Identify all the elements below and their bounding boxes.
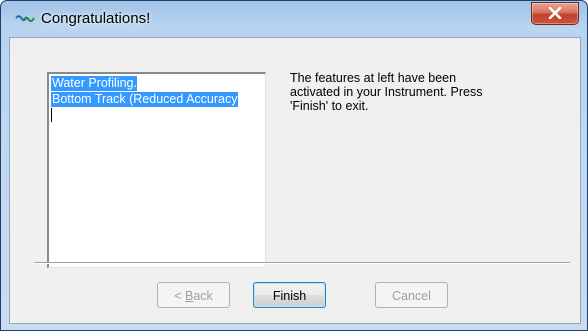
finish-button[interactable]: Finish — [253, 282, 326, 308]
close-button[interactable] — [531, 2, 579, 25]
info-line: activated in your Instrument. Press — [290, 85, 483, 99]
dialog-body: Water Profiling. Bottom Track (Reduced A… — [9, 37, 581, 324]
text-cursor — [51, 108, 52, 122]
info-line: 'Finish' to exit. — [290, 99, 369, 113]
back-rest: ack — [193, 289, 213, 303]
cancel-button[interactable]: Cancel — [375, 282, 448, 308]
info-text: The features at left have been activated… — [290, 71, 520, 113]
close-icon — [548, 7, 562, 19]
info-line: The features at left have been — [290, 71, 457, 85]
title-bar[interactable]: Congratulations! — [1, 1, 587, 37]
app-logo-icon — [15, 12, 35, 26]
features-listbox[interactable]: Water Profiling. Bottom Track (Reduced A… — [47, 72, 266, 268]
back-prefix: < — [174, 289, 185, 303]
window-title: Congratulations! — [41, 10, 151, 27]
list-item[interactable]: Water Profiling. — [51, 76, 137, 91]
back-button[interactable]: < Back — [157, 282, 230, 308]
dialog-window: Congratulations! Water Profiling. Bottom… — [0, 0, 588, 331]
separator — [34, 262, 570, 264]
list-item[interactable]: Bottom Track (Reduced Accuracy — [51, 92, 238, 107]
